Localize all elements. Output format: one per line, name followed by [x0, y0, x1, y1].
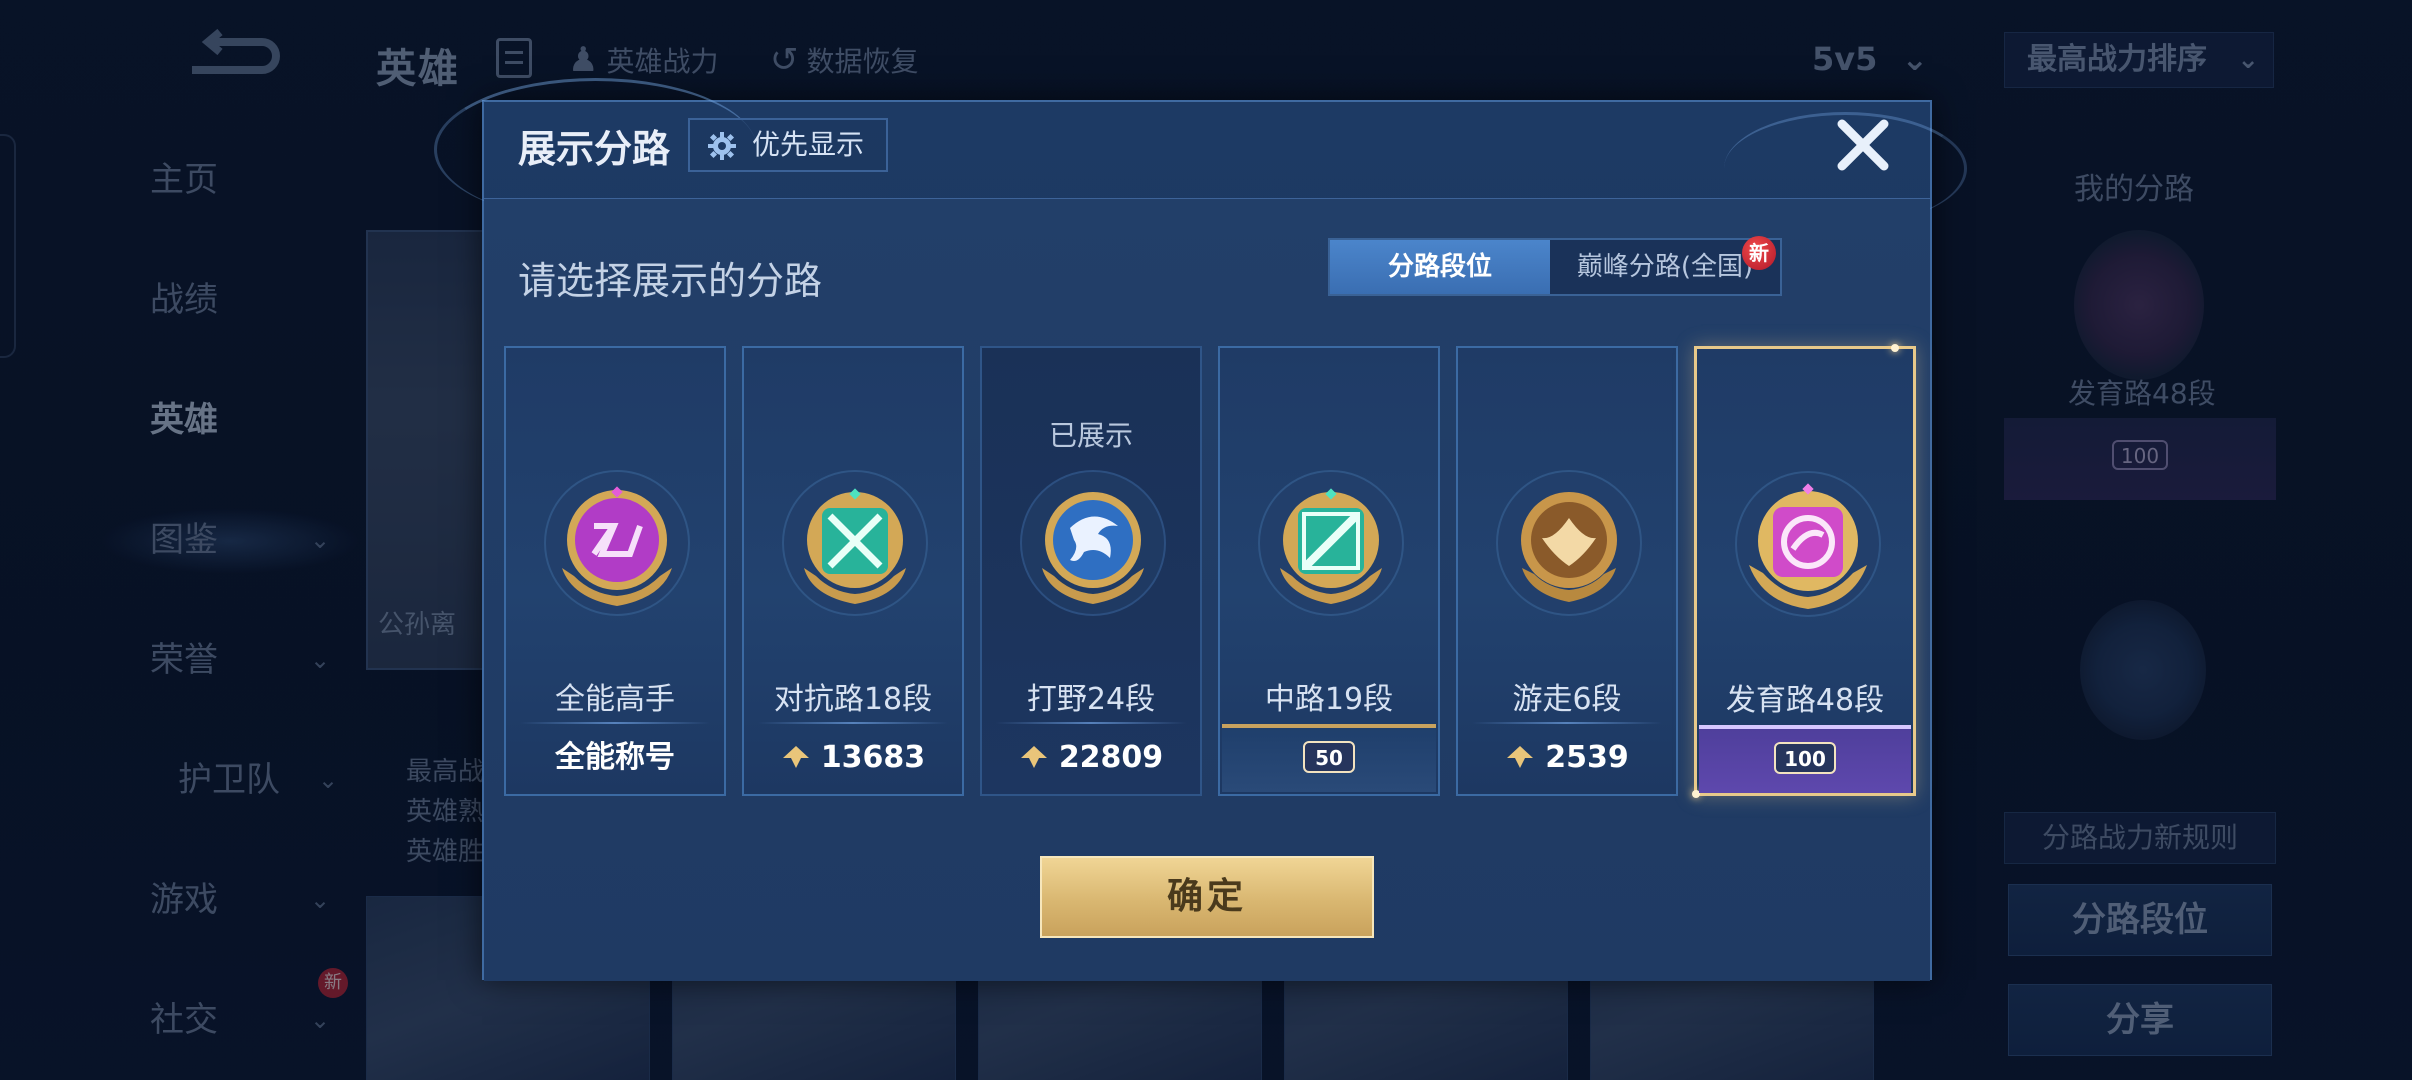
power-icon — [1020, 746, 1047, 768]
confirm-button[interactable]: 确定 — [1040, 856, 1374, 938]
card-divider — [996, 722, 1186, 724]
lane-status: 已展示 — [1048, 419, 1133, 452]
lane-footer: 13683 — [744, 730, 962, 786]
show-lane-modal: 展示分路 优先显示 请选择展示的分路 分路段位 巅峰分路(全国) 新 全能高手 … — [434, 78, 1967, 981]
close-button[interactable] — [1830, 112, 1896, 178]
lane-name: 中路19段 — [1264, 682, 1394, 717]
lane-card-support[interactable]: 游走6段 2539 — [1456, 346, 1678, 796]
farm-lane-badge-icon — [1735, 471, 1881, 617]
support-badge-icon — [1496, 470, 1642, 616]
gear-icon — [708, 132, 736, 160]
lane-card-top[interactable]: 对抗路18段 13683 — [742, 346, 964, 796]
priority-display-button[interactable]: 优先显示 — [688, 118, 888, 172]
lane-name: 游走6段 — [1512, 682, 1622, 717]
jungle-badge-icon — [1020, 470, 1166, 616]
mid-lane-badge-icon — [1258, 470, 1404, 616]
corner-spark — [1891, 344, 1899, 352]
lane-card-allround[interactable]: 全能高手 全能称号 — [504, 346, 726, 796]
lane-footer: 全能称号 — [555, 740, 675, 775]
lane-rank-number: 100 — [1774, 742, 1836, 774]
lane-footer: 22809 — [982, 730, 1200, 786]
lane-rank-ribbon: 50 — [1222, 724, 1436, 792]
lane-name: 对抗路18段 — [773, 682, 933, 717]
tab-lane-rank[interactable]: 分路段位 — [1330, 240, 1550, 294]
allround-badge-icon — [544, 470, 690, 616]
modal-title: 展示分路 — [518, 127, 671, 171]
lane-card-farm[interactable]: 发育路48段 100 — [1692, 344, 1916, 798]
card-divider — [758, 722, 948, 724]
close-icon — [1837, 119, 1889, 171]
lane-rank-number: 50 — [1303, 741, 1355, 773]
lane-card-jungle[interactable]: 已展示 打野24段 22809 — [980, 346, 1202, 796]
priority-display-label: 优先显示 — [752, 128, 865, 161]
lane-power-value: 13683 — [820, 740, 926, 775]
lane-name: 全能高手 — [555, 682, 675, 717]
new-badge: 新 — [1742, 236, 1776, 270]
lane-name: 打野24段 — [1026, 682, 1156, 717]
lane-card-mid[interactable]: 中路19段 50 — [1218, 346, 1440, 796]
lane-power-value: 22809 — [1058, 740, 1164, 775]
lane-tab-switch: 分路段位 巅峰分路(全国) 新 — [1328, 236, 1782, 296]
power-icon — [782, 746, 809, 768]
top-lane-badge-icon — [782, 470, 928, 616]
card-divider — [520, 722, 710, 724]
lane-power-value: 2539 — [1545, 740, 1629, 775]
lane-rank-ribbon: 100 — [1699, 725, 1911, 793]
modal-subtitle: 请选择展示的分路 — [518, 259, 823, 303]
lane-name: 发育路48段 — [1725, 683, 1885, 718]
card-divider — [1472, 722, 1662, 724]
lane-footer: 2539 — [1458, 730, 1676, 786]
power-icon — [1507, 746, 1534, 768]
